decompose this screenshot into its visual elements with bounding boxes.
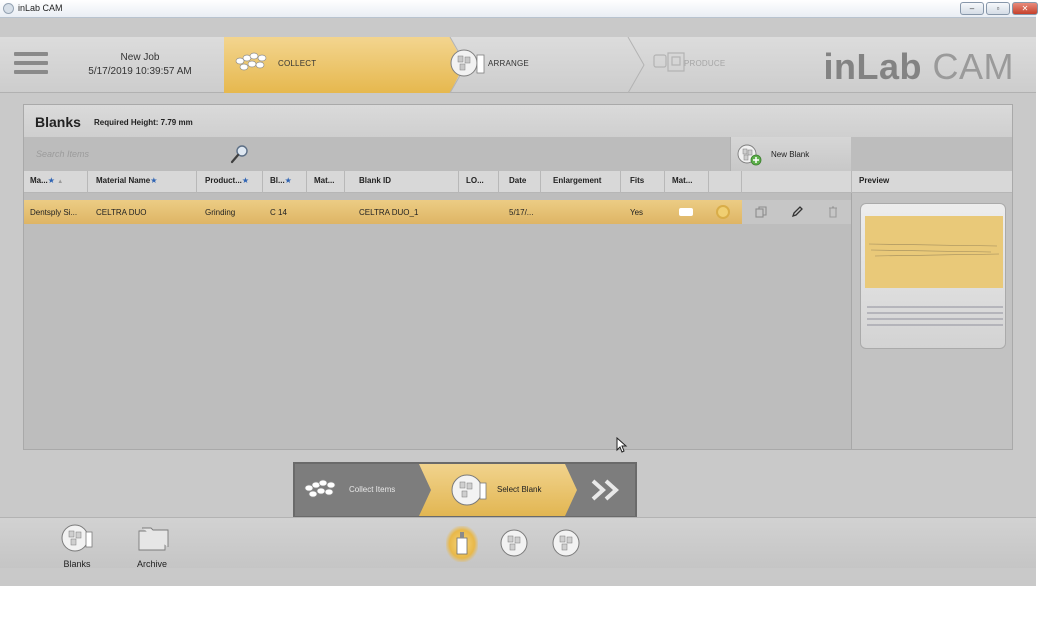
blanks-button[interactable]: Blanks <box>47 521 107 569</box>
blank-preview-render <box>865 216 1003 326</box>
close-button[interactable]: ✕ <box>1012 2 1038 15</box>
col-manufacturer[interactable]: Ma...★ ▲ <box>30 176 63 185</box>
cell-manufacturer: Dentsply Si... <box>30 208 78 217</box>
step-collect[interactable]: COLLECT <box>224 37 464 93</box>
blanks-label: Blanks <box>63 559 91 569</box>
mouse-cursor-icon <box>616 437 628 453</box>
col-preview: Preview <box>859 176 890 185</box>
step-produce: PRODUCE <box>636 37 816 93</box>
col-block[interactable]: Bl...★ <box>270 176 292 185</box>
teeth-group-icon <box>304 479 336 498</box>
required-height: Required Height: 7.79 mm <box>94 118 193 127</box>
arrange-disc-icon <box>450 49 485 77</box>
col-blank-id[interactable]: Blank ID <box>359 176 391 185</box>
step-arrange-label: ARRANGE <box>488 59 529 68</box>
brand-logo: inLab CAM <box>823 46 1014 87</box>
row-actions <box>742 200 851 224</box>
new-blank-icon <box>737 144 762 166</box>
step-produce-label: PRODUCE <box>684 59 726 68</box>
disc-icon <box>500 529 528 557</box>
tray-slot-1[interactable] <box>446 526 478 562</box>
col-mat[interactable]: Mat... <box>314 176 334 185</box>
header-bar: New Job 5/17/2019 10:39:57 AM COLLECT AR… <box>0 37 1036 93</box>
blanks-panel: Blanks Required Height: 7.79 mm Search I… <box>23 104 1013 450</box>
col-product[interactable]: Product...★ <box>205 176 249 185</box>
step-wizard: Collect Items Select Blank <box>293 462 637 518</box>
wizard-select-label: Select Blank <box>497 485 542 494</box>
blank-preview-image <box>860 203 1006 349</box>
sort-asc-icon: ▲ <box>57 179 64 185</box>
table-header: Ma...★ ▲ Material Name★ Product...★ Bl..… <box>24 171 1012 193</box>
col-lot[interactable]: LO... <box>466 176 484 185</box>
new-blank-button[interactable]: New Blank <box>730 137 851 171</box>
step-collect-label: COLLECT <box>278 59 317 68</box>
material-status-indicator <box>716 205 730 219</box>
col-material-name[interactable]: Material Name★ <box>96 176 157 185</box>
preview-panel <box>851 193 1012 449</box>
archive-label: Archive <box>136 559 167 569</box>
blanks-icon <box>61 524 93 552</box>
material-color-swatch <box>679 208 693 216</box>
step-arrange[interactable]: ARRANGE <box>448 37 634 93</box>
wizard-select-blank[interactable]: Select Blank <box>419 464 577 516</box>
tray-slot-2[interactable] <box>498 526 530 562</box>
cell-block: C 14 <box>270 208 287 217</box>
edit-pencil-icon[interactable] <box>790 205 804 219</box>
maximize-button[interactable]: ▫ <box>986 2 1010 15</box>
search-icon[interactable] <box>229 144 249 164</box>
col-fits[interactable]: Fits <box>630 176 644 185</box>
col-mat-2[interactable]: Mat... <box>672 176 692 185</box>
job-info[interactable]: New Job 5/17/2019 10:39:57 AM <box>60 51 220 79</box>
job-name: New Job <box>120 52 160 63</box>
wizard-next-button[interactable] <box>579 464 635 516</box>
cell-product: Grinding <box>205 208 236 217</box>
blank-disc-icon <box>451 474 487 506</box>
cell-date: 5/17/... <box>509 208 534 217</box>
delete-icon[interactable] <box>826 205 840 219</box>
window-title: inLab CAM <box>18 3 63 13</box>
wizard-collect-items[interactable]: Collect Items <box>295 464 425 516</box>
search-bar[interactable]: Search Items <box>24 137 851 171</box>
app-icon <box>3 3 14 14</box>
minimize-button[interactable]: – <box>960 2 984 15</box>
col-enlargement[interactable]: Enlargement <box>553 176 601 185</box>
wizard-collect-label: Collect Items <box>349 485 396 494</box>
panel-header: Blanks Required Height: 7.79 mm <box>24 105 1012 137</box>
new-blank-label: New Blank <box>771 150 810 159</box>
job-date: 5/17/2019 10:39:57 AM <box>88 66 192 77</box>
bottom-toolbar: Blanks Archive <box>0 517 1036 569</box>
cell-blank-id: CELTRA DUO_1 <box>359 208 419 217</box>
panel-title: Blanks <box>35 114 81 130</box>
copy-icon[interactable] <box>754 205 768 219</box>
table-row[interactable]: Dentsply Si... CELTRA DUO Grinding C 14 … <box>24 200 851 224</box>
disc-icon <box>552 529 580 557</box>
window-title-bar: inLab CAM – ▫ ✕ <box>0 0 1038 18</box>
archive-folder-icon <box>138 527 169 551</box>
tray-slot-3[interactable] <box>550 526 582 562</box>
col-date[interactable]: Date <box>509 176 526 185</box>
blank-block-icon <box>456 532 468 555</box>
cell-fits: Yes <box>630 208 644 217</box>
archive-button[interactable]: Archive <box>122 521 182 569</box>
teeth-group-icon <box>235 52 267 71</box>
menu-icon[interactable] <box>14 52 48 78</box>
double-chevron-right-icon <box>591 479 619 501</box>
cell-material-name: CELTRA DUO <box>96 208 147 217</box>
search-input[interactable]: Search Items <box>36 149 89 159</box>
